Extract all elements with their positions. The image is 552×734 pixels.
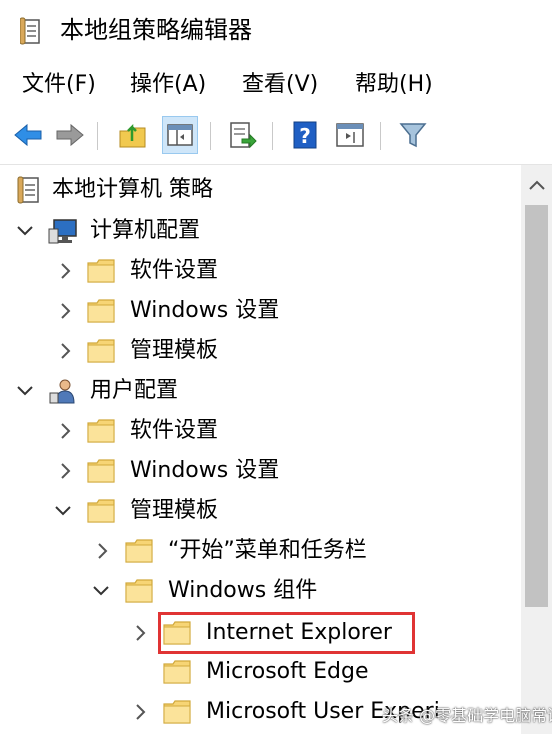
tree-node-start-menu-taskbar[interactable]: “开始”菜单和任务栏 xyxy=(0,531,520,571)
vertical-scrollbar[interactable] xyxy=(521,165,552,734)
filter-button[interactable] xyxy=(395,116,431,154)
help-button[interactable]: ? xyxy=(287,116,323,154)
properties-button[interactable] xyxy=(332,116,368,154)
tree-label: “开始”菜单和任务栏 xyxy=(168,538,367,563)
folder-icon xyxy=(125,539,153,563)
chevron-down-icon[interactable] xyxy=(90,580,112,602)
forward-button[interactable] xyxy=(52,116,88,154)
scrollbar-thumb[interactable] xyxy=(525,205,548,607)
tree-label: Windows 设置 xyxy=(130,298,280,323)
menu-file[interactable]: 文件(F) xyxy=(22,70,96,100)
computer-icon xyxy=(48,219,77,244)
up-folder-icon xyxy=(119,123,146,148)
tree-label: Windows 设置 xyxy=(130,458,280,483)
folder-icon xyxy=(87,299,115,323)
watermark: 头条 @零基础学电脑常识 xyxy=(382,706,552,725)
tree-label: 管理模板 xyxy=(130,498,219,523)
show-hide-tree-icon xyxy=(167,124,193,146)
tree-label-user-config: 用户配置 xyxy=(90,378,179,403)
chevron-right-icon[interactable] xyxy=(92,540,114,562)
tree-label-root: 本地计算机 策略 xyxy=(52,177,213,202)
chevron-right-icon[interactable] xyxy=(55,260,77,282)
help-icon: ? xyxy=(293,121,317,149)
back-arrow-icon xyxy=(14,123,42,147)
export-list-button[interactable] xyxy=(225,116,261,154)
tree-node-computer-windows-settings[interactable]: Windows 设置 xyxy=(0,291,520,331)
up-one-level-button[interactable] xyxy=(115,116,151,154)
folder-icon xyxy=(87,259,115,283)
chevron-right-icon[interactable] xyxy=(130,622,152,644)
chevron-up-icon xyxy=(528,180,545,190)
filter-icon xyxy=(399,123,427,148)
tree-label: 软件设置 xyxy=(130,258,219,283)
export-list-icon xyxy=(230,122,257,149)
svg-text:?: ? xyxy=(299,124,311,148)
folder-icon xyxy=(87,339,115,363)
tree-node-microsoft-edge[interactable]: Microsoft Edge xyxy=(0,652,520,692)
chevron-down-icon[interactable] xyxy=(52,500,74,522)
menu-bar: 文件(F) 操作(A) 查看(V) 帮助(H) xyxy=(0,62,552,108)
toolbar: ? xyxy=(0,108,552,165)
tree-node-root[interactable]: 本地计算机 策略 xyxy=(0,170,520,210)
tree-label-computer-config: 计算机配置 xyxy=(90,218,201,243)
show-hide-tree-button[interactable] xyxy=(162,116,198,154)
toolbar-separator xyxy=(210,122,211,150)
folder-icon xyxy=(87,459,115,483)
chevron-right-icon[interactable] xyxy=(55,340,77,362)
chevron-down-icon[interactable] xyxy=(14,380,36,402)
folder-icon xyxy=(163,660,191,684)
tree-label: 管理模板 xyxy=(130,338,219,363)
scroll-up-button[interactable] xyxy=(521,165,552,205)
toolbar-separator xyxy=(272,122,273,150)
properties-icon xyxy=(336,123,364,147)
chevron-right-icon[interactable] xyxy=(55,460,77,482)
tree-node-user-windows-settings[interactable]: Windows 设置 xyxy=(0,451,520,491)
back-button[interactable] xyxy=(10,116,46,154)
folder-icon xyxy=(87,499,115,523)
folder-icon xyxy=(125,579,153,603)
policy-editor-icon xyxy=(20,17,40,45)
toolbar-separator xyxy=(380,122,381,150)
menu-help[interactable]: 帮助(H) xyxy=(355,70,433,100)
tree-node-computer-admin-templates[interactable]: 管理模板 xyxy=(0,331,520,371)
tree-node-user-software[interactable]: 软件设置 xyxy=(0,411,520,451)
chevron-right-icon[interactable] xyxy=(130,701,152,723)
tree-node-user-admin-templates[interactable]: 管理模板 xyxy=(0,491,520,531)
folder-icon xyxy=(163,700,191,724)
folder-icon xyxy=(87,419,115,443)
highlight-box xyxy=(158,612,415,654)
tree-node-computer-config[interactable]: 计算机配置 xyxy=(0,211,520,251)
window-title: 本地组策略编辑器 xyxy=(60,16,252,44)
tree-label: Windows 组件 xyxy=(168,578,318,603)
tree-label: 软件设置 xyxy=(130,418,219,443)
chevron-right-icon[interactable] xyxy=(55,300,77,322)
menu-action[interactable]: 操作(A) xyxy=(130,70,206,100)
tree-node-computer-software[interactable]: 软件设置 xyxy=(0,251,520,291)
menu-view[interactable]: 查看(V) xyxy=(242,70,318,100)
policy-document-icon xyxy=(17,176,39,204)
forward-arrow-icon xyxy=(56,123,84,147)
tree-node-user-config[interactable]: 用户配置 xyxy=(0,371,520,411)
title-bar: 本地组策略编辑器 xyxy=(0,0,552,62)
chevron-right-icon[interactable] xyxy=(55,420,77,442)
user-icon xyxy=(49,379,75,404)
tree-node-windows-components[interactable]: Windows 组件 xyxy=(0,571,520,611)
toolbar-separator xyxy=(97,122,98,150)
tree-label: Microsoft Edge xyxy=(206,659,369,684)
chevron-down-icon[interactable] xyxy=(14,220,36,242)
